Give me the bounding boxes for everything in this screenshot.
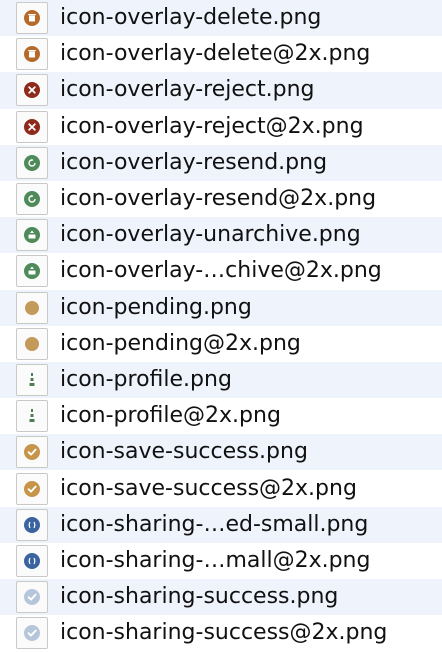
file-name: icon-pending.png <box>60 294 252 320</box>
file-name: icon-sharing-success@2x.png <box>60 620 388 646</box>
unarchive-circle-icon <box>22 225 42 245</box>
file-thumbnail <box>16 74 48 107</box>
file-row[interactable]: icon-save-success.png <box>0 434 442 471</box>
file-row[interactable]: icon-sharing-success.png <box>0 579 442 616</box>
pending-dot-icon <box>22 298 42 318</box>
file-name: icon-overlay-delete.png <box>60 5 322 31</box>
file-name: icon-save-success.png <box>60 439 308 465</box>
file-row[interactable]: icon-overlay-delete@2x.png <box>0 36 442 72</box>
x-circle-icon <box>22 117 42 137</box>
file-row[interactable]: icon-overlay-resend@2x.png <box>0 181 442 217</box>
file-thumbnail <box>16 436 48 469</box>
refresh-circle-icon <box>22 189 42 209</box>
file-list: icon-overlay-delete.png icon-overlay-del… <box>0 0 442 652</box>
file-thumbnail <box>16 183 48 216</box>
file-row[interactable]: icon-overlay-unarchive.png <box>0 217 442 254</box>
unarchive-circle-icon <box>22 261 42 281</box>
refresh-circle-icon <box>22 153 42 173</box>
trash-icon <box>22 44 42 64</box>
file-thumbnail <box>16 327 48 360</box>
check-circle-icon <box>22 587 42 607</box>
sharing-circle-icon <box>22 515 42 535</box>
check-circle-icon <box>22 479 42 499</box>
file-name: icon-profile@2x.png <box>60 403 281 429</box>
file-name: icon-sharing-…ed-small.png <box>60 511 369 537</box>
file-thumbnail <box>16 472 48 505</box>
file-thumbnail <box>16 617 48 650</box>
file-name: icon-overlay-resend.png <box>60 149 328 175</box>
file-name: icon-profile.png <box>60 366 232 392</box>
check-circle-icon <box>22 442 42 462</box>
file-name: icon-overlay-unarchive.png <box>60 222 361 248</box>
file-name: icon-overlay-reject.png <box>60 77 315 103</box>
file-row[interactable]: icon-pending@2x.png <box>0 326 442 362</box>
x-circle-icon <box>22 80 42 100</box>
file-name: icon-save-success@2x.png <box>60 475 357 501</box>
file-name: icon-sharing-…mall@2x.png <box>60 547 371 573</box>
file-thumbnail <box>16 38 48 71</box>
file-row[interactable]: icon-sharing-…ed-small.png <box>0 506 442 543</box>
file-row[interactable]: icon-overlay-reject@2x.png <box>0 109 442 145</box>
file-thumbnail <box>16 363 48 396</box>
file-name: icon-sharing-success.png <box>60 584 339 610</box>
file-thumbnail <box>16 581 48 614</box>
file-row[interactable]: icon-profile@2x.png <box>0 398 442 434</box>
file-thumbnail <box>16 110 48 143</box>
file-thumbnail <box>16 291 48 324</box>
check-circle-icon <box>22 623 42 643</box>
file-thumbnail <box>16 544 48 577</box>
file-name: icon-overlay-reject@2x.png <box>60 113 364 139</box>
file-thumbnail <box>16 508 48 541</box>
file-name: icon-overlay-delete@2x.png <box>60 41 371 67</box>
trash-icon <box>22 8 42 28</box>
file-name: icon-pending@2x.png <box>60 330 301 356</box>
file-row[interactable]: icon-overlay-…chive@2x.png <box>0 253 442 289</box>
file-row[interactable]: icon-overlay-reject.png <box>0 72 442 109</box>
file-row[interactable]: icon-overlay-resend.png <box>0 144 442 181</box>
file-row[interactable]: icon-sharing-success@2x.png <box>0 615 442 651</box>
profile-icon <box>22 406 42 426</box>
file-thumbnail <box>16 400 48 433</box>
profile-icon <box>22 370 42 390</box>
file-thumbnail <box>16 146 48 179</box>
file-row[interactable]: icon-save-success@2x.png <box>0 470 442 506</box>
file-thumbnail <box>16 219 48 252</box>
file-name: icon-overlay-resend@2x.png <box>60 186 377 212</box>
pending-dot-icon <box>22 334 42 354</box>
sharing-circle-icon <box>22 551 42 571</box>
file-name: icon-overlay-…chive@2x.png <box>60 258 382 284</box>
file-row[interactable]: icon-profile.png <box>0 361 442 399</box>
file-thumbnail <box>16 255 48 288</box>
file-row[interactable]: icon-overlay-delete.png <box>0 0 442 37</box>
file-row[interactable]: icon-pending.png <box>0 289 442 326</box>
file-thumbnail <box>16 2 48 35</box>
file-row[interactable]: icon-sharing-…mall@2x.png <box>0 543 442 579</box>
